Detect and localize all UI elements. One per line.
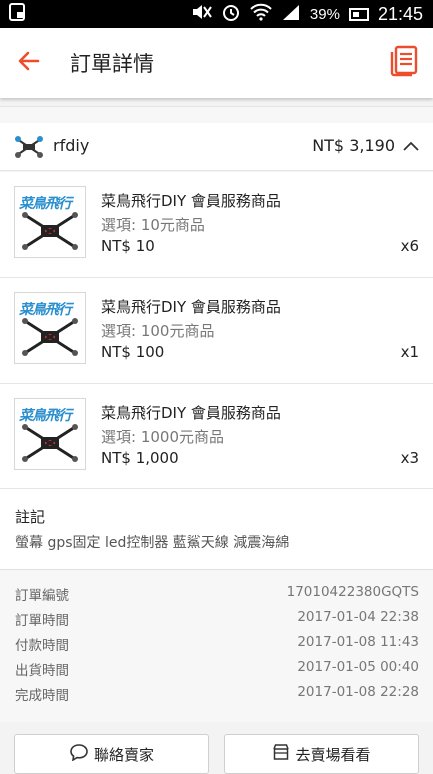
contact-seller-button[interactable]: 聯絡賣家 <box>14 734 209 774</box>
page-title: 訂單詳情 <box>70 52 154 76</box>
product-thumbnail: 菜鳥飛行 <box>14 292 86 364</box>
product-thumbnail: 菜鳥飛行 <box>14 186 86 258</box>
info-label: 訂單時間 <box>15 613 69 629</box>
chevron-up-icon[interactable] <box>401 138 421 154</box>
product-item[interactable]: 菜鳥飛行 菜鳥飛行DIY 會員服務商品 選項: 1000元商品 NT$ 1,00… <box>0 384 433 489</box>
product-name: 菜鳥飛行DIY 會員服務商品 <box>101 298 281 316</box>
drone-icon <box>22 212 78 250</box>
product-list: 菜鳥飛行 菜鳥飛行DIY 會員服務商品 選項: 10元商品 NT$ 10 x6 … <box>0 172 433 489</box>
info-label: 付款時間 <box>15 638 69 654</box>
product-item[interactable]: 菜鳥飛行 菜鳥飛行DIY 會員服務商品 選項: 100元商品 NT$ 100 x… <box>0 278 433 384</box>
product-option: 選項: 10元商品 <box>101 216 205 234</box>
receipt-button[interactable] <box>387 44 421 82</box>
visit-shop-label: 去賣場看看 <box>295 745 371 764</box>
product-price: NT$ 10 <box>101 237 155 255</box>
product-name: 菜鳥飛行DIY 會員服務商品 <box>101 192 281 210</box>
back-arrow-icon <box>17 49 41 77</box>
battery-icon <box>348 7 369 21</box>
product-thumbnail: 菜鳥飛行 <box>14 398 86 470</box>
thumbnail-logo-text: 菜鳥飛行 <box>19 302 72 318</box>
info-label: 完成時間 <box>15 688 69 704</box>
product-item[interactable]: 菜鳥飛行 菜鳥飛行DIY 會員服務商品 選項: 10元商品 NT$ 10 x6 <box>0 172 433 278</box>
info-label: 出貨時間 <box>15 663 69 679</box>
contact-seller-label: 聯絡賣家 <box>93 745 154 764</box>
shop-avatar <box>14 135 44 159</box>
thumbnail-logo-text: 菜鳥飛行 <box>19 408 72 424</box>
chat-bubble-icon <box>69 743 89 765</box>
info-value: 2017-01-04 22:38 <box>297 609 419 625</box>
shop-icon <box>272 743 290 765</box>
shop-name: rfdiy <box>53 136 90 155</box>
product-price: NT$ 100 <box>101 343 165 361</box>
screenshot-notification-icon <box>8 2 28 27</box>
order-total: NT$ 3,190 <box>312 136 395 155</box>
info-value: 2017-01-08 22:28 <box>297 684 419 700</box>
info-value: 2017-01-08 11:43 <box>297 634 419 650</box>
clock: 21:45 <box>377 3 423 24</box>
shop-header[interactable]: rfdiy NT$ 3,190 <box>0 123 433 171</box>
visit-shop-button[interactable]: 去賣場看看 <box>224 734 419 774</box>
info-value: 17010422380GQTS <box>286 584 419 600</box>
info-row-ship-time: 出貨時間 2017-01-05 00:40 <box>0 659 433 683</box>
wifi-icon <box>250 3 272 25</box>
note-title: 註記 <box>15 508 46 526</box>
drone-icon <box>22 318 78 356</box>
receipt-icon <box>390 45 418 81</box>
section-divider <box>0 106 433 124</box>
signal-icon <box>281 3 301 25</box>
product-quantity: x1 <box>400 343 419 361</box>
order-note: 註記 螢幕 gps固定 led控制器 藍鯊天線 減震海綿 <box>0 488 433 569</box>
product-quantity: x6 <box>400 237 419 255</box>
info-row-order-number: 訂單編號 17010422380GQTS <box>0 584 433 608</box>
product-name: 菜鳥飛行DIY 會員服務商品 <box>101 404 281 422</box>
info-value: 2017-01-05 00:40 <box>297 659 419 675</box>
info-label: 訂單編號 <box>15 588 69 604</box>
product-option: 選項: 1000元商品 <box>101 428 224 446</box>
alarm-icon <box>221 2 241 26</box>
info-row-payment-time: 付款時間 2017-01-08 11:43 <box>0 634 433 658</box>
battery-percent: 39% <box>309 5 340 23</box>
info-row-complete-time: 完成時間 2017-01-08 22:28 <box>0 684 433 708</box>
order-info: 訂單編號 17010422380GQTS 訂單時間 2017-01-04 22:… <box>0 569 433 722</box>
app-bar: 訂單詳情 <box>0 28 433 98</box>
drone-icon <box>22 424 78 462</box>
back-button[interactable] <box>0 28 58 98</box>
product-option: 選項: 100元商品 <box>101 322 215 340</box>
note-text: 螢幕 gps固定 led控制器 藍鯊天線 減震海綿 <box>15 535 290 551</box>
thumbnail-logo-text: 菜鳥飛行 <box>19 196 72 212</box>
status-bar: 39% 21:45 <box>0 0 433 28</box>
mute-icon <box>190 3 212 25</box>
product-price: NT$ 1,000 <box>101 449 179 467</box>
info-row-order-time: 訂單時間 2017-01-04 22:38 <box>0 609 433 633</box>
product-quantity: x3 <box>400 449 419 467</box>
